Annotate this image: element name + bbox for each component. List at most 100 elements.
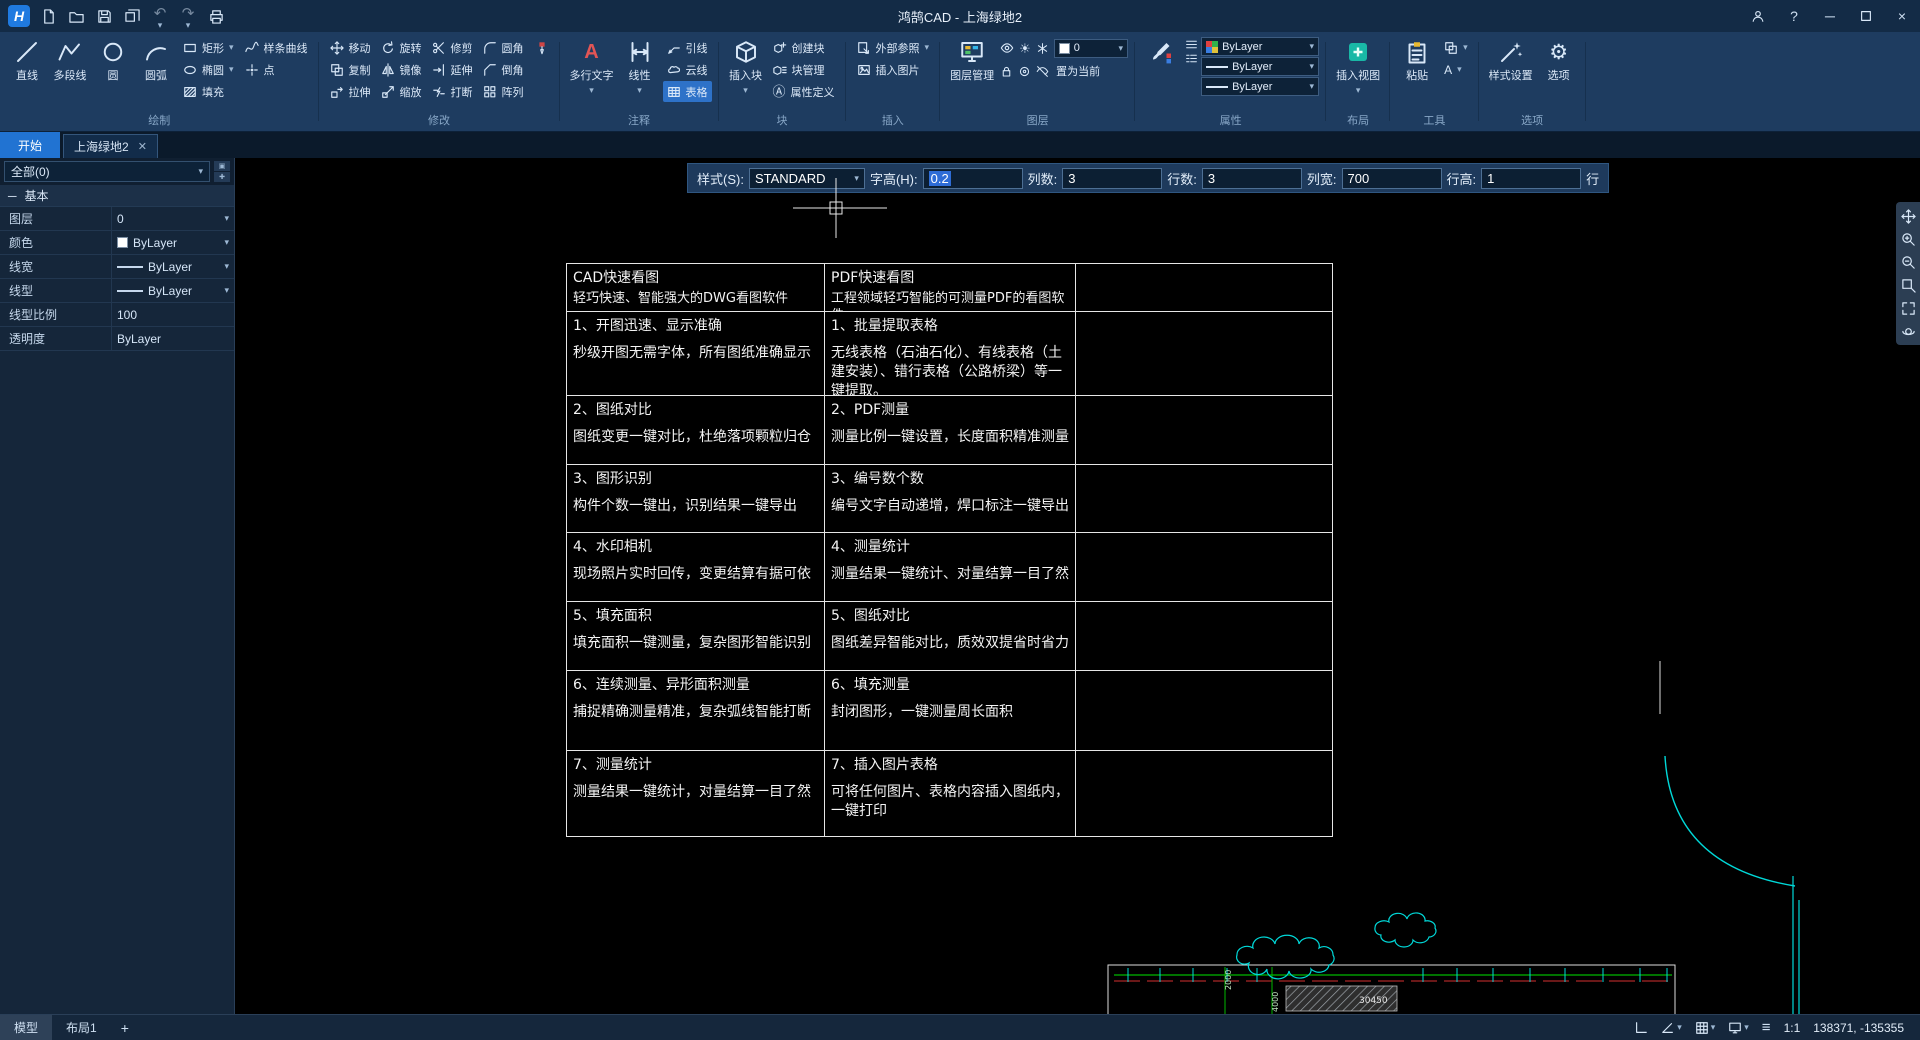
linear-dim-button[interactable]: 线性▾ (620, 35, 660, 98)
layer-manager-button[interactable]: 图层管理 (947, 35, 997, 85)
xref-button[interactable]: 外部参照▾ (853, 37, 934, 58)
layer-lock-icon[interactable] (1000, 65, 1013, 78)
text-height-input[interactable]: 0.2 (923, 168, 1023, 189)
tab-close-icon[interactable]: ✕ (138, 140, 147, 153)
insert-view-button[interactable]: 插入视图▾ (1333, 35, 1383, 98)
move-tool-button[interactable]: 移动 (326, 37, 375, 58)
stretch-tool-button[interactable]: 拉伸 (326, 81, 375, 102)
undo-button[interactable]: ↶▾ (150, 6, 170, 26)
orbit-button[interactable] (1898, 321, 1918, 341)
match-properties-button[interactable] (1142, 35, 1182, 67)
extend-tool-button[interactable]: 延伸 (428, 59, 477, 80)
snap-grid-toggle[interactable]: ▾ (1695, 1021, 1716, 1035)
column-width-input[interactable]: 700 (1342, 168, 1442, 189)
layer-isolate-icon[interactable] (1018, 65, 1031, 78)
line-tool-button[interactable]: 直线 (7, 35, 47, 85)
prop-lineweight-value[interactable]: ByLayer▾ (112, 255, 234, 278)
polar-toggle[interactable]: ▾ (1661, 1021, 1682, 1035)
attdef-button[interactable]: Ⓐ属性定义 (769, 81, 839, 102)
layer-freeze-icon[interactable] (1036, 42, 1049, 55)
account-button[interactable] (1740, 0, 1776, 32)
model-tab[interactable]: 模型 (0, 1015, 52, 1040)
array-tool-button[interactable]: 阵列 (479, 81, 528, 102)
options-button[interactable]: ⚙ 选项 (1539, 35, 1579, 85)
point-tool-button[interactable]: 点 (241, 59, 312, 80)
help-button[interactable]: ? (1776, 0, 1812, 32)
layout1-tab[interactable]: 布局1 (52, 1015, 111, 1040)
block-manager-button[interactable]: 块管理 (769, 59, 839, 80)
prop-color-value[interactable]: ByLayer▾ (112, 231, 234, 254)
format-painter-button[interactable] (531, 37, 553, 58)
save-button[interactable] (94, 6, 114, 26)
break-tool-button[interactable]: 打断 (428, 81, 477, 102)
fillet-tool-button[interactable]: 圆角 (479, 37, 528, 58)
rows-input[interactable]: 3 (1202, 168, 1302, 189)
selection-filter-dropdown[interactable]: 全部(0)▾ (4, 161, 210, 182)
open-file-button[interactable] (66, 6, 86, 26)
zoom-window-button[interactable] (1898, 275, 1918, 295)
linetype-control-dropdown[interactable]: ByLayer▾ (1201, 77, 1319, 96)
mtext-tool-button[interactable]: A多行文字▾ (567, 35, 617, 98)
minimize-button[interactable]: ─ (1812, 0, 1848, 32)
add-layout-button[interactable]: + (111, 1020, 139, 1036)
ellipse-tool-button[interactable]: 椭圆▾ (179, 59, 238, 80)
insert-block-button[interactable]: 插入块▾ (726, 35, 766, 98)
circle-tool-button[interactable]: 圆 (93, 35, 133, 85)
table-style-select[interactable]: STANDARD▾ (749, 168, 865, 189)
arc-tool-button[interactable]: 圆弧 (136, 35, 176, 85)
tab-document[interactable]: 上海绿地2 ✕ (63, 134, 158, 158)
panel-quick-button[interactable]: ✚ (214, 172, 230, 182)
chamfer-tool-button[interactable]: 倒角 (479, 59, 528, 80)
save-all-button[interactable] (122, 6, 142, 26)
prop-transparency-value[interactable]: ByLayer (112, 327, 234, 350)
new-file-button[interactable] (38, 6, 58, 26)
mirror-tool-button[interactable]: 镜像 (377, 59, 426, 80)
redo-button[interactable]: ↷▾ (178, 6, 198, 26)
trim-tool-button[interactable]: 修剪 (428, 37, 477, 58)
zoom-extents-button[interactable] (1898, 298, 1918, 318)
prop-layer-value[interactable]: 0▾ (112, 207, 234, 230)
panel-pick-button[interactable]: ▣ (214, 161, 230, 171)
columns-input[interactable]: 3 (1062, 168, 1162, 189)
maximize-button[interactable] (1848, 0, 1884, 32)
revcloud-tool-button[interactable]: 云线 (663, 59, 712, 80)
spline-tool-button[interactable]: 样条曲线 (241, 37, 312, 58)
insert-image-button[interactable]: 插入图片 (853, 59, 934, 80)
layer-sun-icon[interactable]: ☀ (1019, 42, 1031, 55)
zoom-out-button[interactable] (1898, 252, 1918, 272)
print-button[interactable] (206, 6, 226, 26)
ortho-toggle[interactable] (1634, 1021, 1648, 1035)
properties-list-icon[interactable] (1185, 52, 1198, 65)
rect-tool-button[interactable]: 矩形▾ (179, 37, 238, 58)
copy-clip-button[interactable]: ▾ (1440, 37, 1472, 58)
layer-visibility-icon[interactable] (1000, 41, 1014, 55)
row-height-input[interactable]: 1 (1481, 168, 1581, 189)
leader-tool-button[interactable]: 引线 (663, 37, 712, 58)
copy-tool-button[interactable]: 复制 (326, 59, 375, 80)
status-menu-button[interactable]: ≡ (1762, 1019, 1771, 1036)
close-button[interactable]: × (1884, 0, 1920, 32)
color-control-dropdown[interactable]: ByLayer▾ (1201, 37, 1319, 56)
polyline-tool-button[interactable]: 多段线 (50, 35, 90, 85)
current-layer-dropdown[interactable]: 0▾ (1054, 39, 1128, 58)
rotate-tool-button[interactable]: 旋转 (377, 37, 426, 58)
text-tool-button[interactable]: A▾ (1440, 59, 1472, 80)
layer-off-icon[interactable] (1036, 65, 1049, 78)
zoom-in-button[interactable] (1898, 229, 1918, 249)
lineweight-control-dropdown[interactable]: ByLayer▾ (1201, 57, 1319, 76)
tab-start[interactable]: 开始 (0, 132, 60, 158)
panel-section-basic[interactable]: ─基本 (0, 185, 234, 207)
set-current-layer-button[interactable]: 置为当前 (1054, 61, 1102, 82)
prop-linetype-value[interactable]: ByLayer▾ (112, 279, 234, 302)
scale-tool-button[interactable]: 缩放 (377, 81, 426, 102)
create-block-button[interactable]: 创建块 (769, 37, 839, 58)
table-tool-button[interactable]: 表格 (663, 81, 712, 102)
paste-button[interactable]: 粘贴 (1397, 35, 1437, 85)
prop-ltscale-value[interactable]: 100 (112, 303, 234, 326)
properties-lines-icon[interactable] (1185, 38, 1198, 51)
hatch-tool-button[interactable]: 填充 (179, 81, 238, 102)
drawing-canvas[interactable]: 样式(S): STANDARD▾ 字高(H): 0.2 列数: 3 行数: 3 … (235, 158, 1920, 1014)
display-settings[interactable]: ▾ (1728, 1021, 1749, 1035)
style-settings-button[interactable]: 样式设置 (1486, 35, 1536, 85)
pan-button[interactable] (1898, 206, 1918, 226)
